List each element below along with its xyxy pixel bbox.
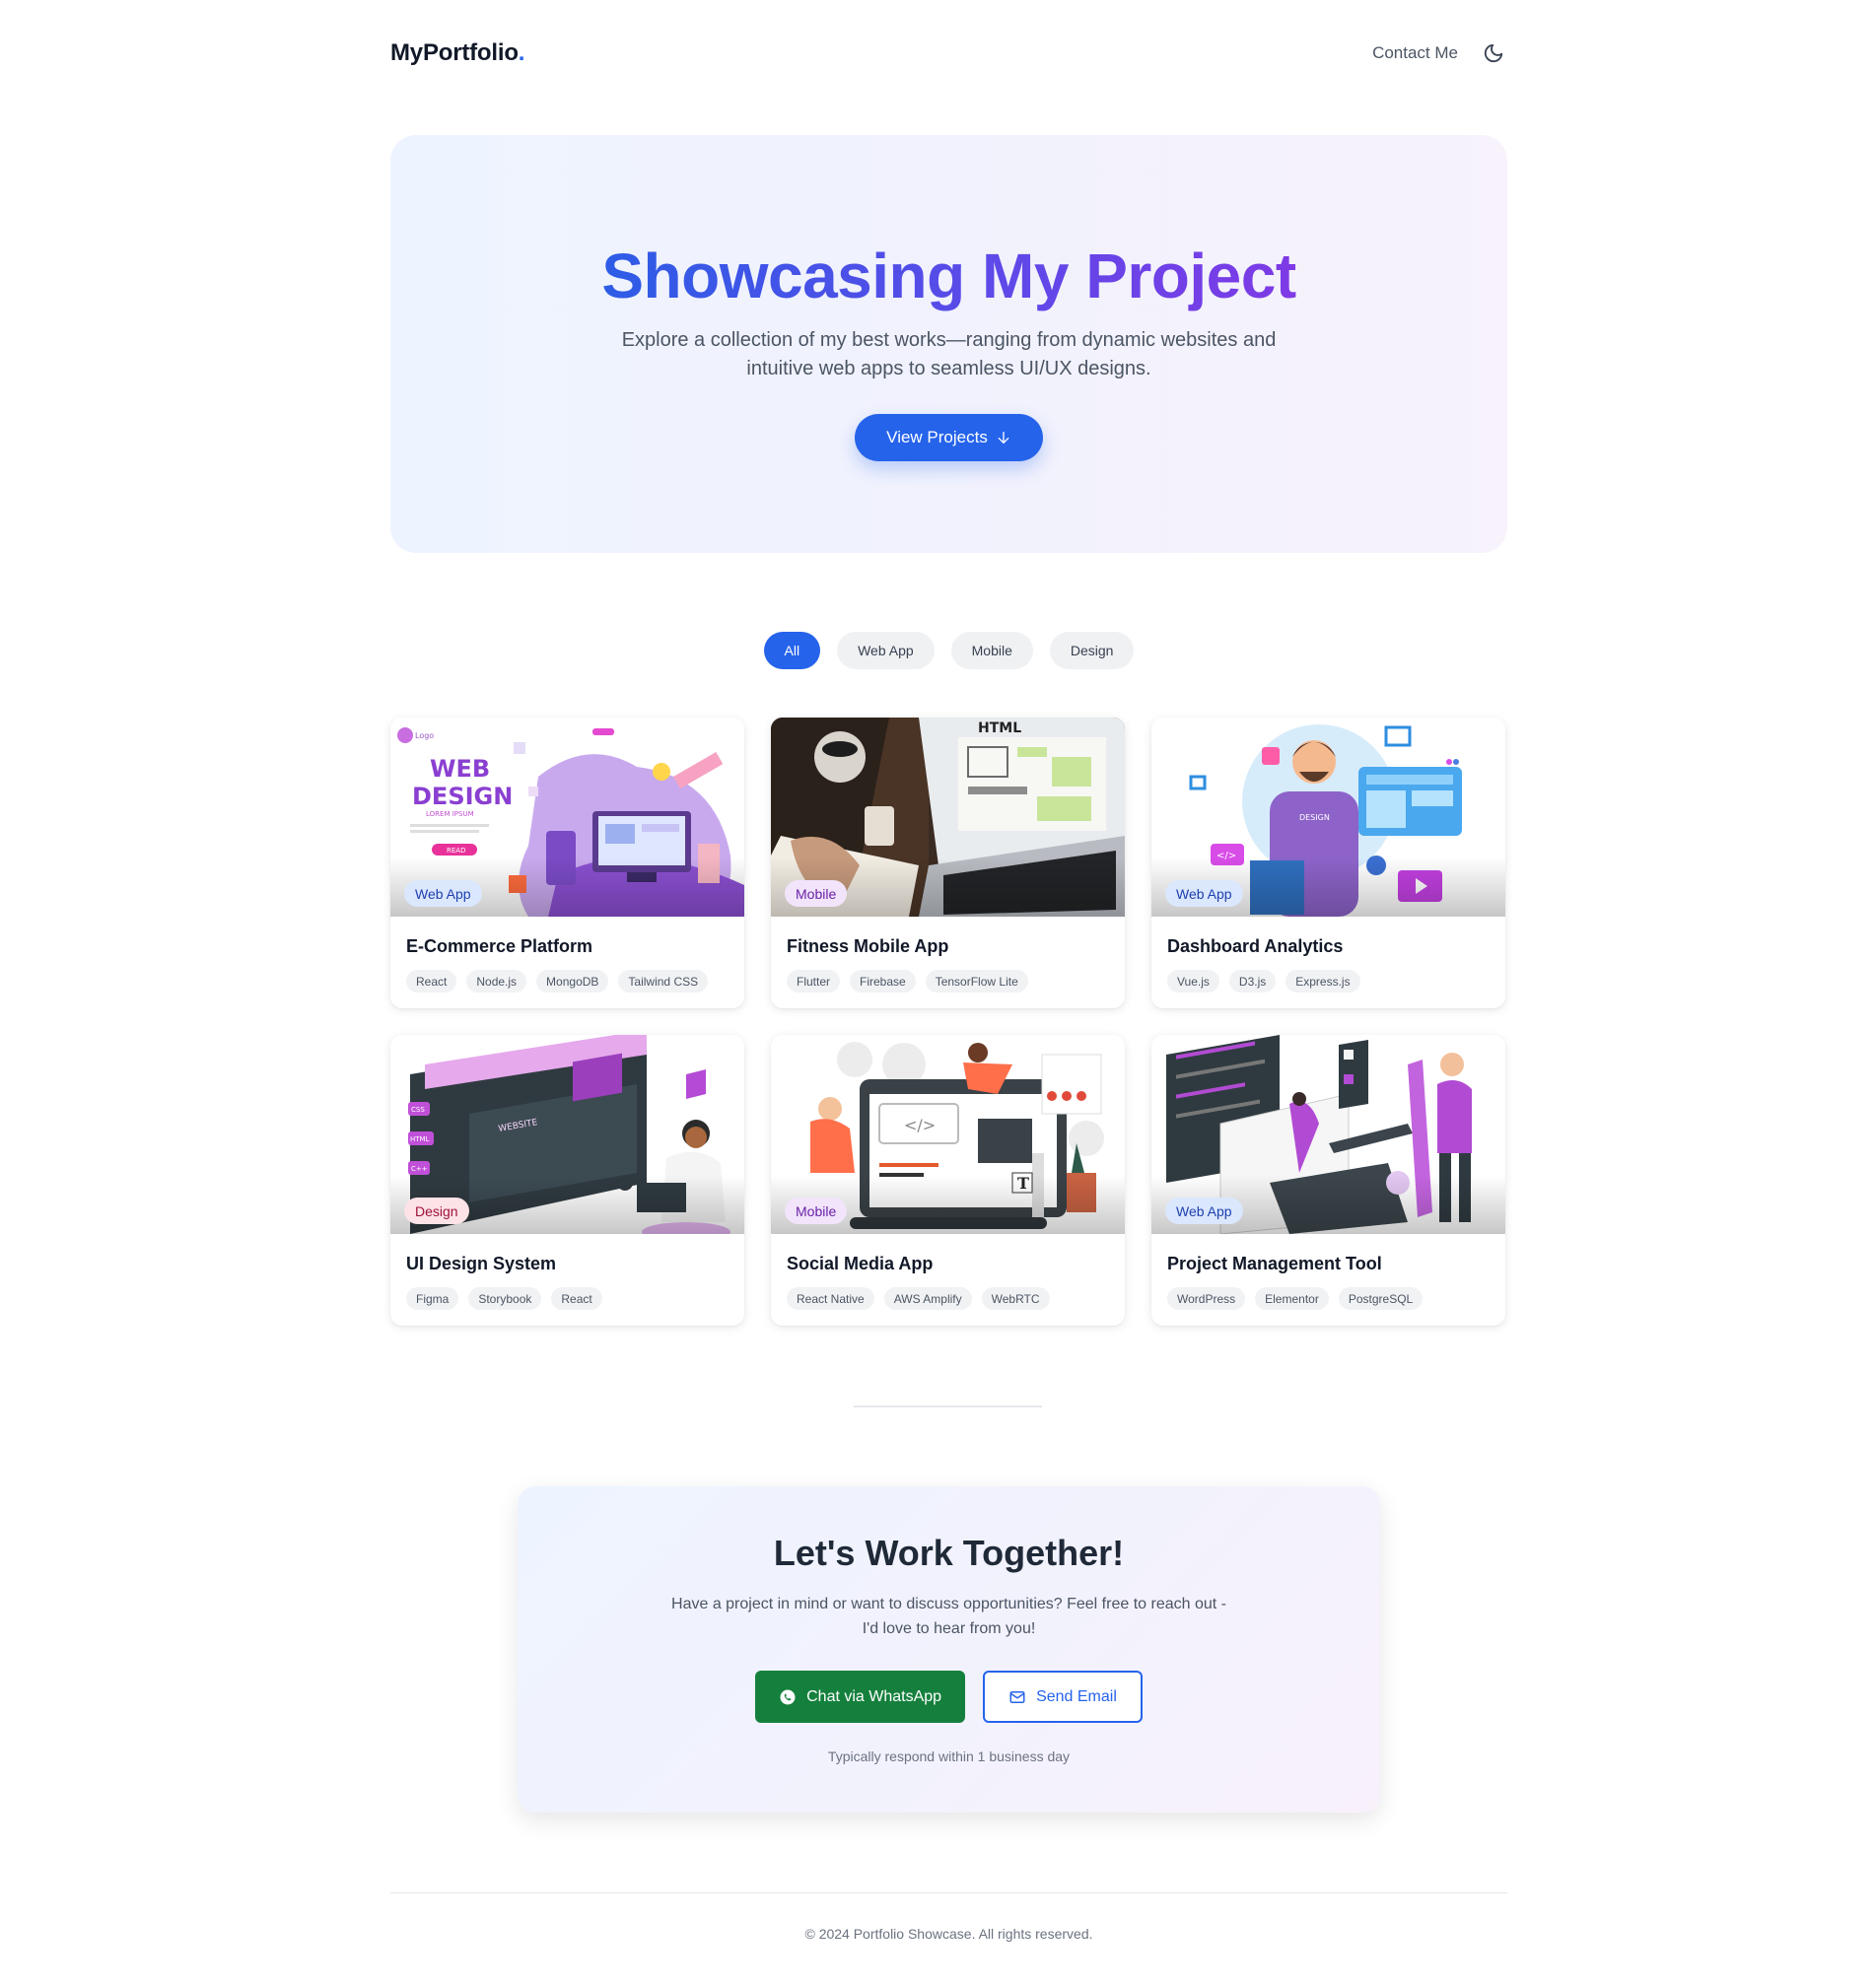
tech-tag: Vue.js	[1167, 970, 1219, 993]
svg-text:READ: READ	[447, 847, 465, 855]
svg-text:</>: </>	[904, 1116, 936, 1134]
tech-tag: Tailwind CSS	[618, 970, 709, 993]
filter-mobile[interactable]: Mobile	[950, 632, 1033, 669]
project-thumbnail: WEBSITE CSS HTML C++ Design	[390, 1035, 744, 1234]
filter-bar: All Web App Mobile Design	[390, 632, 1507, 669]
arrow-down-icon	[998, 432, 1009, 444]
project-card[interactable]: HTML Mobile Fitness Mobile App Flutter F…	[771, 718, 1125, 1008]
project-card[interactable]: WEBSITE CSS HTML C++ Design UI Design Sy…	[390, 1035, 744, 1326]
category-badge: Design	[404, 1198, 469, 1224]
tech-tags: Figma Storybook React	[406, 1287, 729, 1310]
category-badge: Mobile	[785, 880, 848, 907]
project-title: E-Commerce Platform	[406, 936, 593, 956]
tech-tag: Flutter	[787, 970, 841, 993]
tech-tag: TensorFlow Lite	[925, 970, 1028, 993]
svg-text:HTML: HTML	[410, 1135, 430, 1143]
cta-title: Let's Work Together!	[773, 1533, 1125, 1573]
tech-tag: Firebase	[850, 970, 916, 993]
whatsapp-label: Chat via WhatsApp	[806, 1687, 942, 1705]
category-badge: Mobile	[785, 1198, 848, 1224]
cta-subtitle: Have a project in mind or want to discus…	[671, 1596, 1226, 1637]
project-title: Project Management Tool	[1167, 1254, 1382, 1273]
tech-tag: React	[551, 1287, 602, 1310]
section-divider	[854, 1405, 1042, 1407]
footer-divider	[390, 1892, 1507, 1893]
cta-buttons: Chat via WhatsApp Send Email	[755, 1671, 1143, 1723]
svg-text:DESIGN: DESIGN	[1299, 813, 1330, 822]
tech-tag: MongoDB	[536, 970, 609, 993]
tech-tag: AWS Amplify	[883, 1287, 972, 1310]
project-thumbnail: Logo WEB DESIGN LOREM IPSUM READ Web App	[390, 718, 744, 917]
tech-tags: Vue.js D3.js Express.js	[1167, 970, 1490, 993]
project-card[interactable]: Web App Project Management Tool WordPres…	[1151, 1035, 1505, 1326]
tech-tag: Elementor	[1255, 1287, 1329, 1310]
project-card[interactable]: </> T Mobile Social Media App	[771, 1035, 1125, 1326]
view-projects-label: View Projects	[886, 428, 988, 446]
svg-text:Logo: Logo	[415, 731, 434, 740]
tech-tag: Express.js	[1285, 970, 1360, 993]
svg-text:HTML: HTML	[978, 720, 1021, 736]
logo-text: MyPortfolio	[390, 39, 519, 66]
whatsapp-button[interactable]: Chat via WhatsApp	[755, 1671, 966, 1723]
tech-tag: D3.js	[1228, 970, 1277, 993]
project-title: UI Design System	[406, 1254, 557, 1273]
hero-title: Showcasing My Project	[601, 240, 1296, 311]
svg-text:LOREM IPSUM: LOREM IPSUM	[426, 810, 474, 818]
project-title: Social Media App	[787, 1254, 934, 1273]
category-badge: Web App	[404, 880, 482, 907]
theme-toggle-button[interactable]	[1480, 39, 1507, 67]
project-title: Dashboard Analytics	[1167, 936, 1344, 956]
site-header: MyPortfolio. Contact Me	[390, 28, 1507, 79]
project-thumbnail: HTML Mobile	[771, 718, 1125, 917]
tech-tags: Flutter Firebase TensorFlow Lite	[787, 970, 1109, 993]
contact-link[interactable]: Contact Me	[1372, 43, 1458, 63]
project-thumbnail: </> T Mobile	[771, 1035, 1125, 1234]
hero-section: Showcasing My Project Explore a collecti…	[390, 135, 1507, 553]
tech-tags: React Node.js MongoDB Tailwind CSS	[406, 970, 729, 993]
filter-all[interactable]: All	[763, 632, 821, 669]
project-card[interactable]: Logo WEB DESIGN LOREM IPSUM READ Web App…	[390, 718, 744, 1008]
project-grid: Logo WEB DESIGN LOREM IPSUM READ Web App…	[390, 718, 1507, 1326]
project-card[interactable]: DESIGN </> Web App Dashboard Analytics V…	[1151, 718, 1505, 1008]
tech-tag: WebRTC	[981, 1287, 1050, 1310]
category-badge: Web App	[1165, 1198, 1243, 1224]
moon-icon	[1484, 43, 1503, 63]
footer-copyright: © 2024 Portfolio Showcase. All rights re…	[804, 1926, 1093, 1942]
tech-tag: React	[406, 970, 457, 993]
logo-dot: .	[518, 39, 525, 66]
tech-tag: Figma	[406, 1287, 459, 1310]
svg-text:DESIGN: DESIGN	[412, 783, 513, 810]
category-badge: Web App	[1165, 880, 1243, 907]
header-nav: Contact Me	[1372, 39, 1507, 67]
project-thumbnail: DESIGN </> Web App	[1151, 718, 1505, 917]
svg-text:C++: C++	[411, 1165, 428, 1173]
filter-web-app[interactable]: Web App	[837, 632, 935, 669]
tech-tag: React Native	[787, 1287, 874, 1310]
project-title: Fitness Mobile App	[787, 936, 949, 956]
send-email-label: Send Email	[1036, 1687, 1117, 1705]
whatsapp-icon	[780, 1689, 796, 1704]
tech-tags: WordPress Elementor PostgreSQL	[1167, 1287, 1490, 1310]
mail-icon	[1009, 1690, 1025, 1703]
response-time-note: Typically respond within 1 business day	[827, 1748, 1071, 1764]
tech-tag: PostgreSQL	[1338, 1287, 1424, 1310]
logo[interactable]: MyPortfolio.	[390, 39, 524, 67]
tech-tag: Storybook	[468, 1287, 542, 1310]
svg-text:WEB: WEB	[430, 755, 490, 783]
contact-cta: Let's Work Together! Have a project in m…	[518, 1486, 1380, 1813]
filter-design[interactable]: Design	[1049, 632, 1135, 669]
tech-tag: Node.js	[466, 970, 527, 993]
tech-tag: WordPress	[1167, 1287, 1246, 1310]
view-projects-button[interactable]: View Projects	[855, 414, 1043, 461]
hero-subtitle: Explore a collection of my best works—ra…	[621, 329, 1277, 379]
svg-text:CSS: CSS	[411, 1106, 425, 1114]
project-thumbnail: Web App	[1151, 1035, 1505, 1234]
tech-tags: React Native AWS Amplify WebRTC	[787, 1287, 1109, 1310]
send-email-button[interactable]: Send Email	[983, 1671, 1143, 1723]
